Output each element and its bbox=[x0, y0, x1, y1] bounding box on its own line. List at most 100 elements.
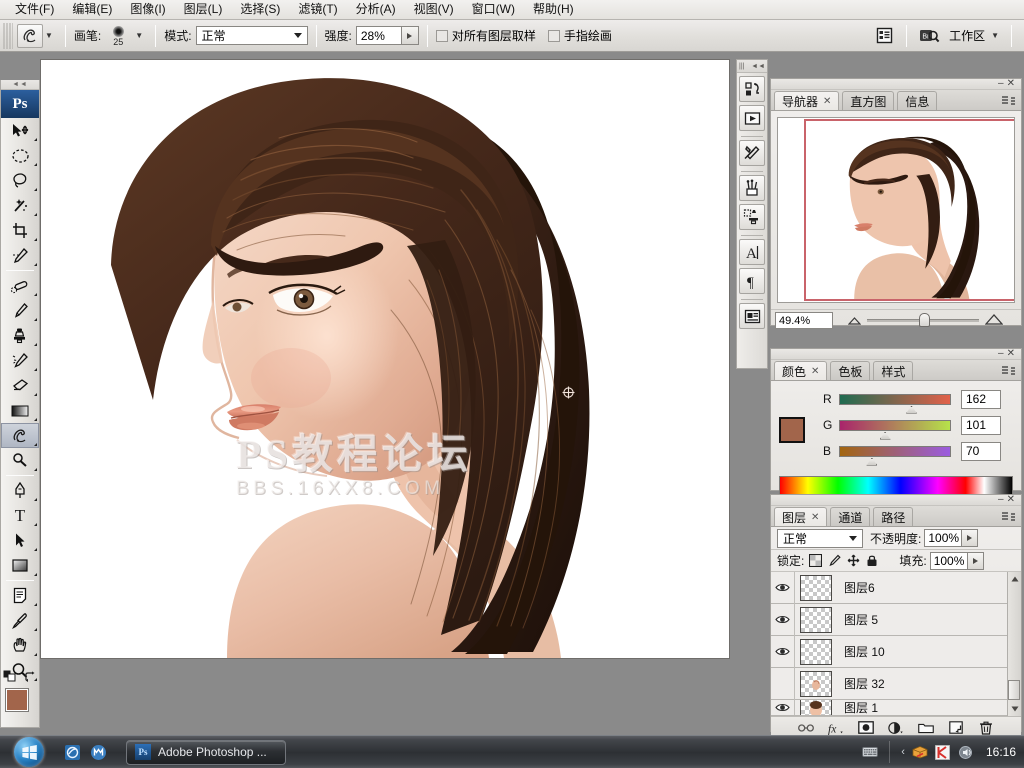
quicklaunch-ie-icon[interactable] bbox=[62, 742, 82, 762]
table-row[interactable]: 图层6 bbox=[771, 571, 1021, 604]
tab-paths[interactable]: 路径 bbox=[873, 507, 914, 526]
default-colors-icon[interactable] bbox=[3, 670, 16, 685]
notes-tool[interactable] bbox=[1, 583, 39, 608]
table-row[interactable]: 图层 1 bbox=[771, 700, 1021, 716]
clone-stamp-tool[interactable] bbox=[1, 323, 39, 348]
layers-titlebar[interactable]: –✕ bbox=[771, 494, 1021, 506]
sample-all-layers-checkbox[interactable]: 对所有图层取样 bbox=[435, 27, 536, 44]
layer-style-fx-icon[interactable]: fx bbox=[828, 720, 844, 736]
layer-comps-dock-icon[interactable] bbox=[739, 303, 765, 329]
menu-layer[interactable]: 图层(L) bbox=[175, 0, 232, 19]
navigator-titlebar[interactable]: –✕ bbox=[771, 78, 1021, 90]
icon-dock-grip[interactable]: ||| ◄◄ bbox=[737, 60, 767, 73]
start-button[interactable] bbox=[2, 737, 56, 768]
panel-window-buttons[interactable]: –✕ bbox=[998, 78, 1018, 89]
tray-volume-icon[interactable] bbox=[958, 744, 974, 760]
brush-chevron-icon[interactable]: ▼ bbox=[135, 31, 143, 40]
crop-tool[interactable] bbox=[1, 218, 39, 243]
actions-dock-icon[interactable] bbox=[739, 105, 765, 131]
tools-panel-grip[interactable]: ◄◄ bbox=[1, 80, 39, 90]
quicklaunch-maxthon-icon[interactable] bbox=[88, 742, 108, 762]
bridge-icon[interactable]: Br bbox=[918, 25, 940, 47]
scroll-up-icon[interactable] bbox=[1008, 572, 1021, 586]
layer-name[interactable]: 图层 1 bbox=[844, 700, 878, 715]
blend-mode-select[interactable]: 正常 bbox=[777, 528, 863, 548]
lock-paint-icon[interactable] bbox=[826, 553, 842, 569]
menu-view[interactable]: 视图(V) bbox=[405, 0, 463, 19]
fill-input[interactable]: 100% bbox=[929, 551, 968, 570]
rectangle-shape-tool[interactable] bbox=[1, 553, 39, 578]
clone-source-dock-icon[interactable] bbox=[739, 204, 765, 230]
layer-list-scrollbar[interactable] bbox=[1007, 572, 1021, 716]
dodge-tool[interactable] bbox=[1, 448, 39, 473]
palette-list-icon[interactable] bbox=[873, 25, 895, 47]
layer-thumbnail[interactable] bbox=[800, 574, 832, 601]
tab-navigator[interactable]: 导航器 ✕ bbox=[774, 91, 840, 110]
zoom-slider-knob[interactable] bbox=[919, 313, 930, 327]
tab-styles[interactable]: 样式 bbox=[873, 361, 914, 380]
color-spectrum-bar[interactable] bbox=[779, 476, 1013, 496]
taskbar-window-button[interactable]: Ps Adobe Photoshop ... bbox=[126, 739, 286, 765]
workspace-label[interactable]: 工作区 bbox=[949, 27, 985, 44]
menu-file[interactable]: 文件(F) bbox=[6, 0, 63, 19]
tray-package-icon[interactable] bbox=[912, 744, 928, 760]
channel-b-value[interactable]: 70 bbox=[961, 441, 1001, 461]
layer-thumbnail[interactable] bbox=[800, 606, 832, 633]
navigator-view-box[interactable] bbox=[804, 119, 1014, 301]
link-layers-icon[interactable] bbox=[798, 720, 814, 736]
color-panel-menu-icon[interactable] bbox=[1001, 365, 1017, 377]
document-window[interactable]: PS教程论坛 BBS.16XX8.COM bbox=[40, 59, 730, 659]
strength-stepper[interactable] bbox=[401, 26, 419, 45]
new-layer-icon[interactable] bbox=[948, 720, 964, 736]
tab-histogram[interactable]: 直方图 bbox=[842, 91, 895, 110]
menu-help[interactable]: 帮助(H) bbox=[524, 0, 583, 19]
scroll-down-icon[interactable] bbox=[1008, 702, 1022, 716]
layers-panel-menu-icon[interactable] bbox=[1001, 511, 1017, 523]
slice-tool[interactable] bbox=[1, 243, 39, 268]
tab-channels[interactable]: 通道 bbox=[830, 507, 871, 526]
close-icon[interactable]: ✕ bbox=[823, 96, 831, 107]
options-bar-grip[interactable] bbox=[3, 22, 13, 49]
layer-visibility-toggle[interactable] bbox=[771, 571, 795, 604]
layer-name[interactable]: 图层 32 bbox=[844, 675, 885, 692]
tray-expand-chevron-icon[interactable]: ‹ bbox=[901, 746, 905, 758]
menu-edit[interactable]: 编辑(E) bbox=[63, 0, 121, 19]
panel-window-buttons[interactable]: –✕ bbox=[998, 494, 1018, 505]
brush-tool[interactable] bbox=[1, 298, 39, 323]
table-row[interactable]: 图层 5 bbox=[771, 603, 1021, 636]
smudge-tool-icon[interactable] bbox=[17, 23, 43, 48]
tab-layers[interactable]: 图层 ✕ bbox=[774, 507, 828, 526]
lock-transparent-icon[interactable] bbox=[807, 553, 823, 569]
opacity-input[interactable]: 100% bbox=[924, 529, 963, 547]
scrollbar-thumb[interactable] bbox=[1008, 680, 1020, 700]
move-tool[interactable] bbox=[1, 118, 39, 143]
channel-g-value[interactable]: 101 bbox=[961, 415, 1001, 435]
type-tool[interactable]: T bbox=[1, 503, 39, 528]
zoom-percentage-input[interactable]: 49.4% bbox=[775, 312, 833, 329]
lock-all-icon[interactable] bbox=[864, 553, 880, 569]
tray-kaspersky-icon[interactable] bbox=[935, 744, 951, 760]
healing-brush-tool[interactable] bbox=[1, 273, 39, 298]
navigator-panel-menu-icon[interactable] bbox=[1001, 95, 1017, 107]
color-titlebar[interactable]: –✕ bbox=[771, 348, 1021, 360]
strength-input[interactable]: 28% bbox=[355, 26, 402, 45]
path-selection-tool[interactable] bbox=[1, 528, 39, 553]
channel-r-knob[interactable] bbox=[906, 405, 917, 414]
menu-window[interactable]: 窗口(W) bbox=[463, 0, 524, 19]
layer-thumbnail[interactable] bbox=[800, 700, 832, 715]
table-row[interactable]: 图层 10 bbox=[771, 635, 1021, 668]
tray-keyboard-icon[interactable] bbox=[862, 744, 879, 760]
panel-window-buttons[interactable]: –✕ bbox=[998, 348, 1018, 359]
channel-r-slider[interactable] bbox=[839, 393, 951, 414]
tool-preset-chevron-icon[interactable]: ▼ bbox=[45, 31, 53, 40]
channel-b-slider[interactable] bbox=[839, 445, 951, 466]
add-layer-mask-icon[interactable] bbox=[858, 720, 874, 736]
tab-swatches[interactable]: 色板 bbox=[830, 361, 871, 380]
color-panel-foreground-swatch[interactable] bbox=[779, 417, 805, 443]
eraser-tool[interactable] bbox=[1, 373, 39, 398]
new-group-icon[interactable] bbox=[918, 720, 934, 736]
layer-visibility-toggle[interactable] bbox=[771, 603, 795, 636]
layer-name[interactable]: 图层 5 bbox=[844, 611, 878, 628]
eyedropper-tool[interactable] bbox=[1, 608, 39, 633]
channel-g-slider[interactable] bbox=[839, 419, 951, 440]
